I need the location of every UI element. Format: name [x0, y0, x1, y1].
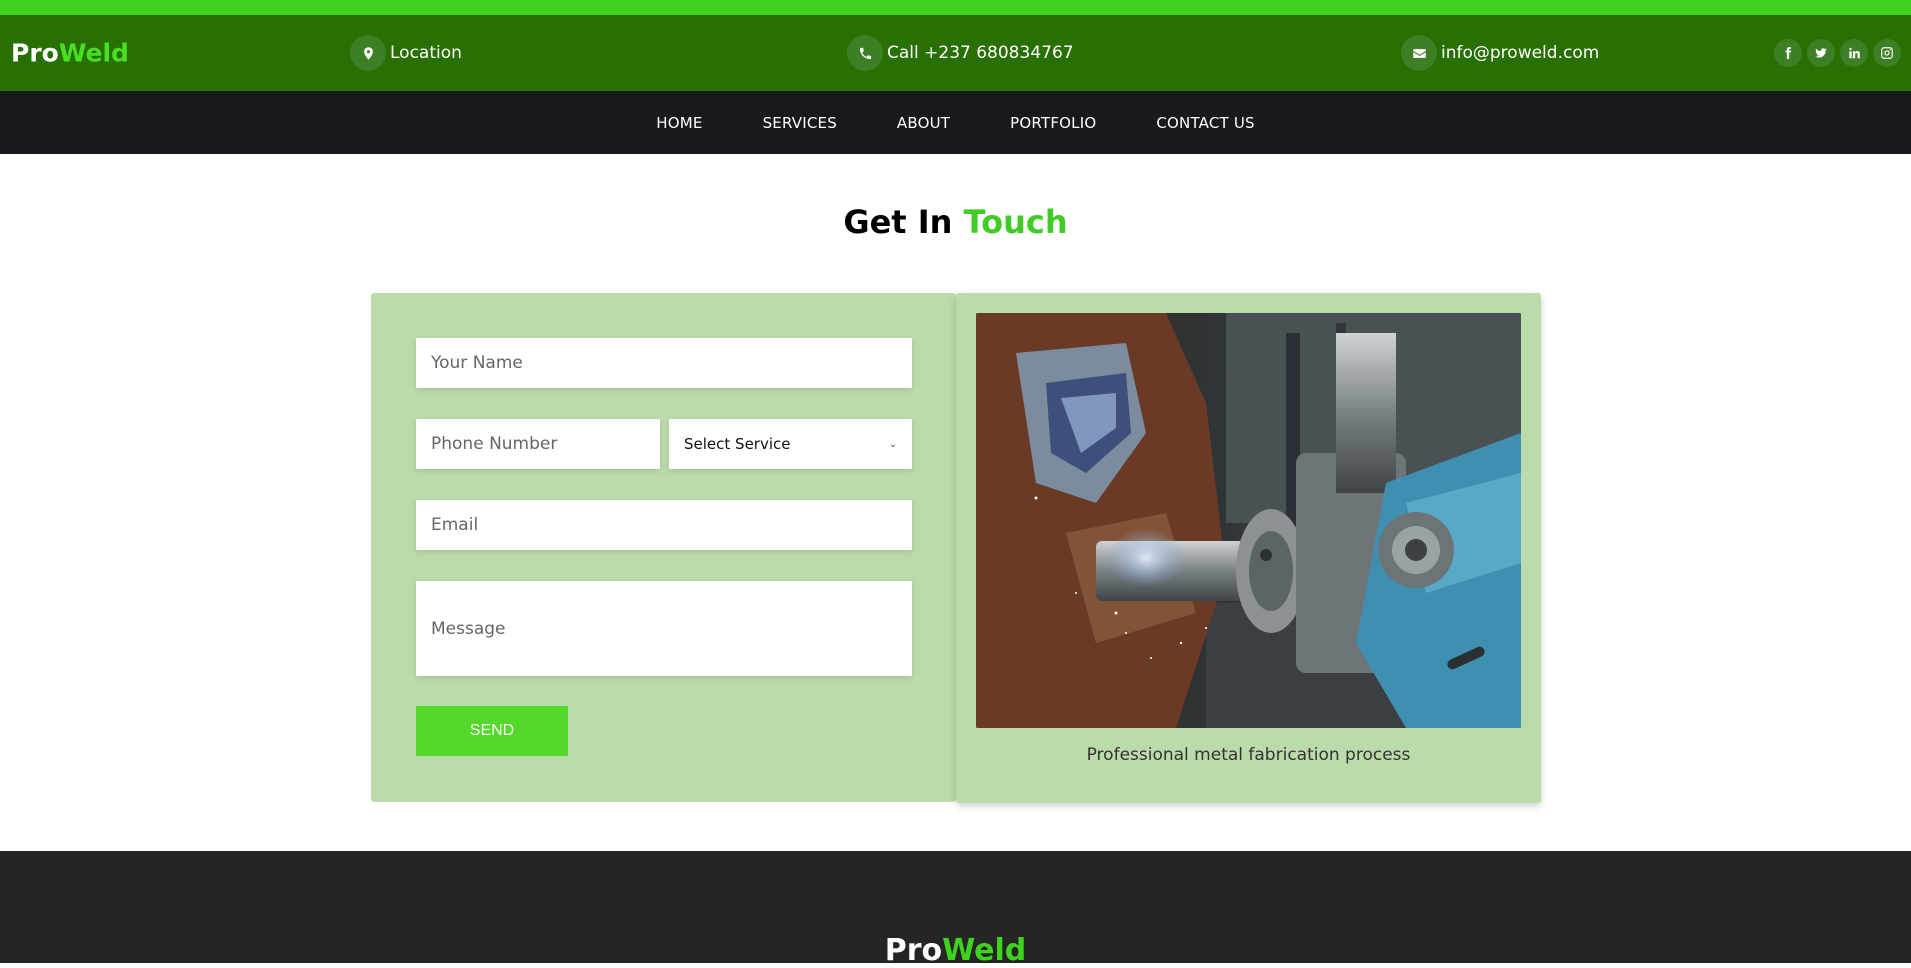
social-links — [1774, 39, 1901, 67]
send-button[interactable]: SEND — [416, 706, 568, 756]
twitter-icon[interactable] — [1807, 39, 1835, 67]
top-header: ProWeld Location Call +237 680834767 inf… — [0, 15, 1911, 91]
nav-contact[interactable]: CONTACT US — [1156, 114, 1254, 132]
location-info[interactable]: Location — [350, 35, 462, 71]
email-input[interactable]: Email — [416, 500, 912, 550]
nav-services[interactable]: SERVICES — [763, 114, 837, 132]
top-accent-bar — [0, 0, 1911, 15]
logo-weld: Weld — [58, 38, 129, 68]
nav-portfolio[interactable]: PORTFOLIO — [1010, 114, 1096, 132]
name-input[interactable]: Your Name — [416, 338, 912, 388]
phone-input[interactable]: Phone Number — [416, 419, 660, 469]
linkedin-icon[interactable] — [1840, 39, 1868, 67]
site-logo[interactable]: ProWeld — [11, 39, 129, 68]
nav-home[interactable]: HOME — [656, 114, 702, 132]
phone-info[interactable]: Call +237 680834767 — [847, 35, 1074, 71]
contact-form: Your Name Phone Number Select Service ⌄ … — [371, 293, 956, 802]
message-textarea[interactable]: Message — [416, 581, 912, 676]
facebook-icon[interactable] — [1774, 39, 1802, 67]
location-text: Location — [390, 43, 462, 63]
service-select-value: Select Service — [684, 435, 791, 453]
footer: ProWeld — [0, 851, 1911, 968]
title-dark: Get In — [843, 203, 953, 241]
email-info[interactable]: info@proweld.com — [1401, 35, 1599, 71]
service-select[interactable]: Select Service ⌄ — [669, 419, 912, 469]
title-green: Touch — [963, 203, 1068, 241]
contact-section: Your Name Phone Number Select Service ⌄ … — [371, 293, 1541, 803]
map-pin-icon — [350, 35, 386, 71]
media-panel: Professional metal fabrication process — [956, 293, 1541, 803]
phone-text: Call +237 680834767 — [887, 43, 1074, 63]
main-nav: HOME SERVICES ABOUT PORTFOLIO CONTACT US — [0, 91, 1911, 154]
logo-pro: Pro — [11, 38, 59, 68]
photo-caption: Professional metal fabrication process — [1086, 745, 1411, 765]
chevron-down-icon: ⌄ — [888, 438, 897, 450]
nav-about[interactable]: ABOUT — [897, 114, 950, 132]
email-text: info@proweld.com — [1441, 43, 1600, 63]
section-title: Get In Touch — [0, 202, 1911, 242]
instagram-icon[interactable] — [1873, 39, 1901, 67]
envelope-icon — [1401, 35, 1437, 71]
phone-icon — [847, 35, 883, 71]
welding-photo — [976, 313, 1521, 728]
